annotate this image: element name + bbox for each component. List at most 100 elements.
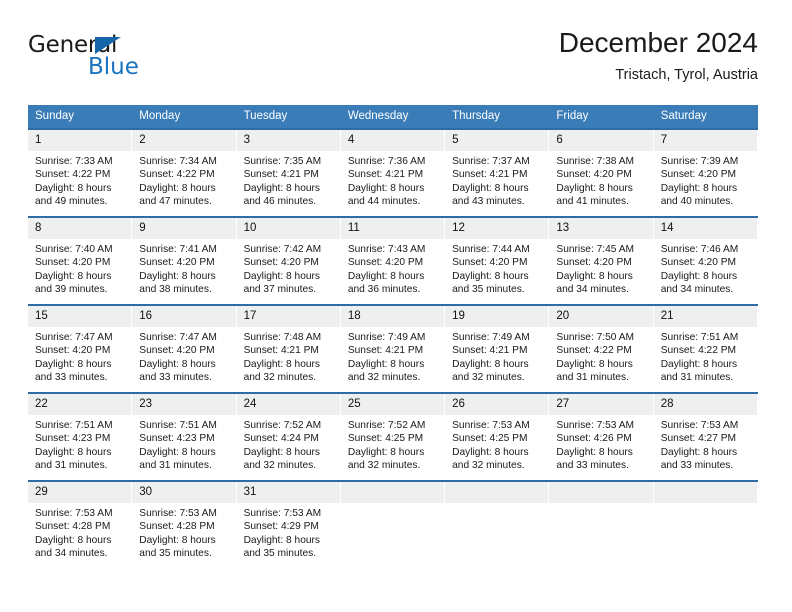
sunrise-time: Sunrise: 7:40 AM [35,244,113,255]
sunset-time: Sunset: 4:22 PM [139,169,215,181]
day-cell-content [445,482,550,568]
day-sun-info [445,503,548,507]
weekday-header-sunday: Sunday [28,105,133,129]
sunrise-time: Sunrise: 7:48 AM [243,332,322,343]
sunrise-time: Sunrise: 7:46 AM [660,244,739,255]
sunset-time: Sunset: 4:21 PM [347,345,424,357]
day-number: 31 [236,482,340,503]
sunrise-time: Sunrise: 7:52 AM [243,420,322,431]
day-number: 27 [549,394,653,415]
day-number: 21 [653,306,757,327]
calendar-day-cell[interactable]: 30 Sunrise: 7:53 AM Sunset: 4:28 PM Dayligh… [132,480,237,568]
day-cell-content: 16 Sunrise: 7:47 AM Sunset: 4:20 PM Dayligh… [132,306,237,392]
day-sun-info: Sunrise: 7:47 AM Sunset: 4:20 PM Daylight:… [28,327,131,384]
calendar-day-cell[interactable]: 18 Sunrise: 7:49 AM Sunset: 4:21 PM Dayligh… [340,304,446,393]
day-sun-info: Sunrise: 7:49 AM Sunset: 4:21 PM Daylight:… [341,327,444,384]
day-sun-info: Sunrise: 7:41 AM Sunset: 4:20 PM Daylight:… [132,239,235,296]
day-number: 10 [236,218,340,239]
calendar-header-row: Sunday Monday Tuesday Wednesday Thursday Frid… [28,105,758,129]
calendar-day-cell[interactable]: 17 Sunrise: 7:48 AM Sunset: 4:21 PM Dayligh… [236,304,341,393]
calendar-day-cell[interactable]: 27 Sunrise: 7:53 AM Sunset: 4:26 PM Dayligh… [549,392,654,481]
sunrise-time: Sunrise: 7:51 AM [139,420,217,431]
calendar-day-cell[interactable]: 19 Sunrise: 7:49 AM Sunset: 4:21 PM Dayligh… [445,304,550,393]
sunset-time: Sunset: 4:25 PM [347,433,424,445]
daylight-duration-line2: and 35 minutes. [452,283,525,295]
day-sun-info: Sunrise: 7:37 AM Sunset: 4:21 PM Daylight:… [445,151,548,208]
day-sun-info: Sunrise: 7:53 AM Sunset: 4:26 PM Daylight:… [549,415,652,472]
calendar-day-cell[interactable]: 7 Sunrise: 7:39 AM Sunset: 4:20 PM Daylight… [653,128,758,217]
sunrise-time: Sunrise: 7:49 AM [347,332,426,343]
sunset-time: Sunset: 4:21 PM [243,345,319,357]
day-number: 30 [132,482,236,503]
day-number: 11 [340,218,445,239]
sunset-time: Sunset: 4:21 PM [243,169,319,181]
calendar-day-cell[interactable]: 20 Sunrise: 7:50 AM Sunset: 4:22 PM Dayligh… [549,304,654,393]
daylight-duration-line1: Daylight: 8 hours [243,446,321,458]
calendar-day-cell[interactable]: 1 Sunrise: 7:33 AM Sunset: 4:22 PM Daylight… [28,128,133,217]
daylight-duration-line2: and 34 minutes. [35,547,108,559]
daylight-duration-line1: Daylight: 8 hours [660,270,738,282]
day-sun-info: Sunrise: 7:47 AM Sunset: 4:20 PM Daylight:… [132,327,235,384]
calendar-week-row: 29 Sunrise: 7:53 AM Sunset: 4:28 PM Dayligh… [28,480,758,568]
calendar-day-cell-empty [445,480,550,568]
daylight-duration-line1: Daylight: 8 hours [660,182,738,194]
day-cell-content: 25 Sunrise: 7:52 AM Sunset: 4:25 PM Dayligh… [340,394,446,480]
sunrise-time: Sunrise: 7:47 AM [35,332,113,343]
calendar-day-cell[interactable]: 3 Sunrise: 7:35 AM Sunset: 4:21 PM Daylight… [236,128,341,217]
sunrise-time: Sunrise: 7:44 AM [452,244,530,255]
calendar-day-cell[interactable]: 23 Sunrise: 7:51 AM Sunset: 4:23 PM Dayligh… [132,392,237,481]
day-cell-content [549,482,654,568]
calendar-day-cell[interactable]: 16 Sunrise: 7:47 AM Sunset: 4:20 PM Dayligh… [132,304,237,393]
calendar-day-cell[interactable]: 6 Sunrise: 7:38 AM Sunset: 4:20 PM Daylight… [549,128,654,217]
calendar-day-cell[interactable]: 22 Sunrise: 7:51 AM Sunset: 4:23 PM Dayligh… [28,392,133,481]
calendar-day-cell[interactable]: 15 Sunrise: 7:47 AM Sunset: 4:20 PM Dayligh… [28,304,133,393]
day-number: 8 [28,218,132,239]
calendar-table: Sunday Monday Tuesday Wednesday Thursday Frid… [28,105,758,568]
day-sun-info: Sunrise: 7:50 AM Sunset: 4:22 PM Daylight:… [549,327,652,384]
sunset-time: Sunset: 4:20 PM [139,257,215,269]
daylight-duration-line1: Daylight: 8 hours [139,358,216,370]
daylight-duration-line1: Daylight: 8 hours [347,358,425,370]
sunset-time: Sunset: 4:23 PM [139,433,215,445]
daylight-duration-line2: and 32 minutes. [243,459,317,471]
day-number: 29 [28,482,132,503]
day-sun-info: Sunrise: 7:51 AM Sunset: 4:22 PM Daylight:… [654,327,757,384]
daylight-duration-line2: and 31 minutes. [35,459,108,471]
calendar-day-cell[interactable]: 28 Sunrise: 7:53 AM Sunset: 4:27 PM Dayligh… [653,392,758,481]
calendar-day-cell[interactable]: 12 Sunrise: 7:44 AM Sunset: 4:20 PM Dayligh… [445,216,550,305]
day-cell-content: 6 Sunrise: 7:38 AM Sunset: 4:20 PM Daylight… [549,130,654,216]
daylight-duration-line1: Daylight: 8 hours [556,270,633,282]
day-number: 7 [653,130,757,151]
day-number: 25 [340,394,445,415]
calendar-day-cell[interactable]: 26 Sunrise: 7:53 AM Sunset: 4:25 PM Dayligh… [445,392,550,481]
calendar-day-cell[interactable]: 21 Sunrise: 7:51 AM Sunset: 4:22 PM Dayligh… [653,304,758,393]
calendar-day-cell[interactable]: 11 Sunrise: 7:43 AM Sunset: 4:20 PM Dayligh… [340,216,446,305]
sunset-time: Sunset: 4:20 PM [347,257,424,269]
sunset-time: Sunset: 4:20 PM [243,257,319,269]
calendar-day-cell[interactable]: 2 Sunrise: 7:34 AM Sunset: 4:22 PM Daylight… [132,128,237,217]
calendar-day-cell[interactable]: 29 Sunrise: 7:53 AM Sunset: 4:28 PM Dayligh… [28,480,133,568]
calendar-day-cell[interactable]: 25 Sunrise: 7:52 AM Sunset: 4:25 PM Dayligh… [340,392,446,481]
day-sun-info: Sunrise: 7:39 AM Sunset: 4:20 PM Daylight:… [654,151,757,208]
calendar-day-cell[interactable]: 10 Sunrise: 7:42 AM Sunset: 4:20 PM Dayligh… [236,216,341,305]
day-sun-info: Sunrise: 7:51 AM Sunset: 4:23 PM Daylight:… [132,415,235,472]
daylight-duration-line2: and 35 minutes. [243,547,317,559]
day-sun-info [341,503,444,507]
title-block: December 2024 Tristach, Tyrol, Austria [559,26,758,85]
brand-logo[interactable]: General Blue [28,32,228,88]
calendar-day-cell[interactable]: 14 Sunrise: 7:46 AM Sunset: 4:20 PM Dayligh… [653,216,758,305]
sunrise-time: Sunrise: 7:53 AM [452,420,530,431]
day-number [653,482,757,503]
day-number: 12 [445,218,549,239]
day-cell-content: 2 Sunrise: 7:34 AM Sunset: 4:22 PM Daylight… [132,130,237,216]
calendar-day-cell[interactable]: 13 Sunrise: 7:45 AM Sunset: 4:20 PM Dayligh… [549,216,654,305]
calendar-week-row: 8 Sunrise: 7:40 AM Sunset: 4:20 PM Daylight… [28,216,758,305]
calendar-day-cell[interactable]: 8 Sunrise: 7:40 AM Sunset: 4:20 PM Daylight… [28,216,133,305]
daylight-duration-line2: and 35 minutes. [139,547,212,559]
calendar-day-cell[interactable]: 5 Sunrise: 7:37 AM Sunset: 4:21 PM Daylight… [445,128,550,217]
calendar-day-cell[interactable]: 9 Sunrise: 7:41 AM Sunset: 4:20 PM Daylight… [132,216,237,305]
day-sun-info [654,503,757,507]
calendar-day-cell[interactable]: 24 Sunrise: 7:52 AM Sunset: 4:24 PM Dayligh… [236,392,341,481]
calendar-day-cell[interactable]: 31 Sunrise: 7:53 AM Sunset: 4:29 PM Dayligh… [236,480,341,568]
calendar-day-cell[interactable]: 4 Sunrise: 7:36 AM Sunset: 4:21 PM Daylight… [340,128,446,217]
